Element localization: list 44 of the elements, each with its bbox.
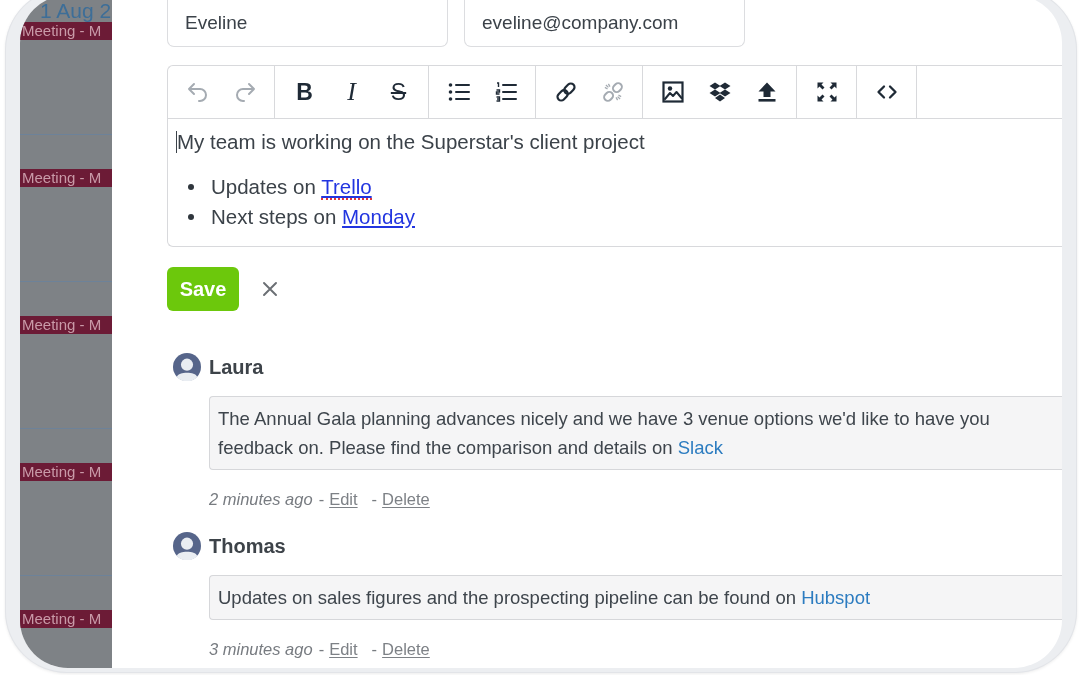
edit-link[interactable]: Edit xyxy=(329,639,358,659)
calendar-event[interactable]: Meeting - M xyxy=(20,169,112,187)
text-link[interactable]: Hubspot xyxy=(801,587,871,608)
list-item-text: Updates on Trello xyxy=(211,174,372,201)
calendar-event[interactable]: Meeting - M xyxy=(20,610,112,628)
avatar-icon xyxy=(173,532,201,560)
bold-button[interactable]: B xyxy=(281,66,328,118)
comment-time: 3 minutes ago xyxy=(209,639,313,659)
calendar-event[interactable]: Meeting - M xyxy=(20,316,112,334)
text-link[interactable]: Monday xyxy=(342,205,415,228)
separator-text: - xyxy=(318,489,325,509)
calendar-event[interactable]: Meeting - M xyxy=(20,22,112,40)
numbered-list-icon xyxy=(493,80,518,104)
name-field[interactable]: Eveline xyxy=(167,0,448,47)
comment-text: The Annual Gala planning advances nicely and we have 3 venue options we'd like to have you feedback on. Please find the comparison and details on Slack xyxy=(209,396,1062,470)
edit-link[interactable]: Edit xyxy=(329,489,358,509)
separator-text: - xyxy=(371,639,378,659)
link-icon xyxy=(553,80,578,104)
delete-link[interactable]: Delete xyxy=(382,639,430,659)
text-link[interactable]: Slack xyxy=(677,437,723,458)
undo-icon xyxy=(185,80,210,104)
bullet-icon xyxy=(188,184,194,190)
bullet-list-icon xyxy=(446,80,471,104)
dropbox-icon xyxy=(707,80,732,104)
broken-link-icon xyxy=(600,80,625,104)
image-icon xyxy=(660,80,685,104)
close-icon xyxy=(261,280,279,298)
email-field[interactable]: eveline@company.com xyxy=(464,0,745,47)
delete-link[interactable]: Delete xyxy=(382,489,430,509)
strikethrough-button[interactable]: S xyxy=(375,66,422,118)
comment-text: Updates on sales figures and the prospecting pipeline can be found on Hubspot xyxy=(209,575,1062,620)
author-name: Laura xyxy=(209,355,264,379)
calendar-event[interactable]: Meeting - M xyxy=(20,463,112,481)
author-name: Thomas xyxy=(209,534,286,558)
comment-time: 2 minutes ago xyxy=(209,489,313,509)
avatar-icon xyxy=(173,353,201,381)
text-link[interactable]: Trello xyxy=(321,175,372,200)
bullet-icon xyxy=(188,214,194,220)
calendar-date: 1 Aug 2 xyxy=(39,0,112,22)
editor-paragraph: My team is working on the Superstar's client project xyxy=(177,129,645,155)
list-item-text: Next steps on Monday xyxy=(211,204,415,230)
italic-button[interactable]: I xyxy=(328,66,375,118)
separator-text: - xyxy=(371,489,378,509)
separator-text: - xyxy=(318,639,325,659)
